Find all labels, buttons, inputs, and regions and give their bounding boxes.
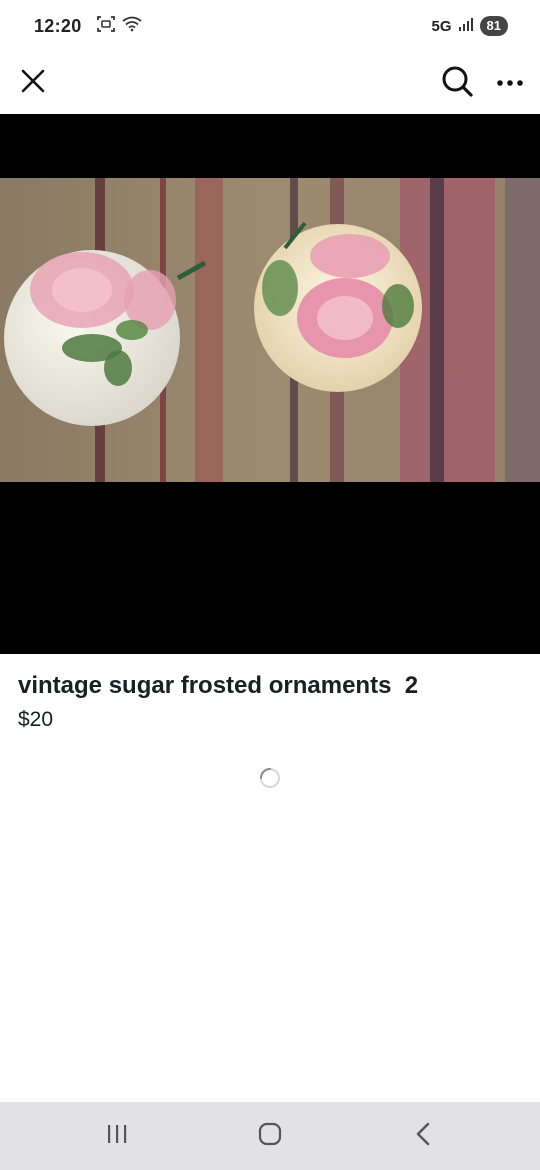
close-icon xyxy=(20,68,46,99)
status-time: 12:20 xyxy=(34,15,82,36)
search-button[interactable] xyxy=(440,64,474,103)
system-navigation-bar xyxy=(0,1102,540,1170)
more-options-icon xyxy=(496,74,524,92)
recent-apps-icon xyxy=(105,1123,129,1150)
back-icon xyxy=(414,1121,432,1152)
listing-photo-viewer[interactable] xyxy=(0,114,540,654)
battery-indicator: 81 xyxy=(479,16,508,36)
back-button[interactable] xyxy=(393,1111,453,1161)
listing-photo[interactable] xyxy=(0,178,540,482)
search-icon xyxy=(440,64,474,103)
status-icons xyxy=(96,15,142,38)
wifi-icon xyxy=(121,16,142,37)
screenshot-icon xyxy=(96,15,116,38)
network-label: 5G xyxy=(431,17,452,35)
home-button[interactable] xyxy=(240,1111,300,1161)
signal-icon xyxy=(458,17,474,36)
listing-title: vintage sugar frosted ornaments 2 xyxy=(18,672,419,699)
top-app-bar xyxy=(0,52,540,114)
status-bar: 12:20 5G 81 xyxy=(0,0,540,52)
status-right: 5G 81 xyxy=(432,16,508,36)
more-options-button[interactable] xyxy=(496,74,524,92)
home-icon xyxy=(257,1121,283,1152)
listing-price: $20 xyxy=(18,708,54,731)
top-bar-actions xyxy=(440,64,524,103)
loading-spinner-icon xyxy=(259,767,281,789)
close-button[interactable] xyxy=(20,68,46,99)
recent-apps-button[interactable] xyxy=(87,1111,147,1161)
status-left: 12:20 xyxy=(34,15,142,38)
